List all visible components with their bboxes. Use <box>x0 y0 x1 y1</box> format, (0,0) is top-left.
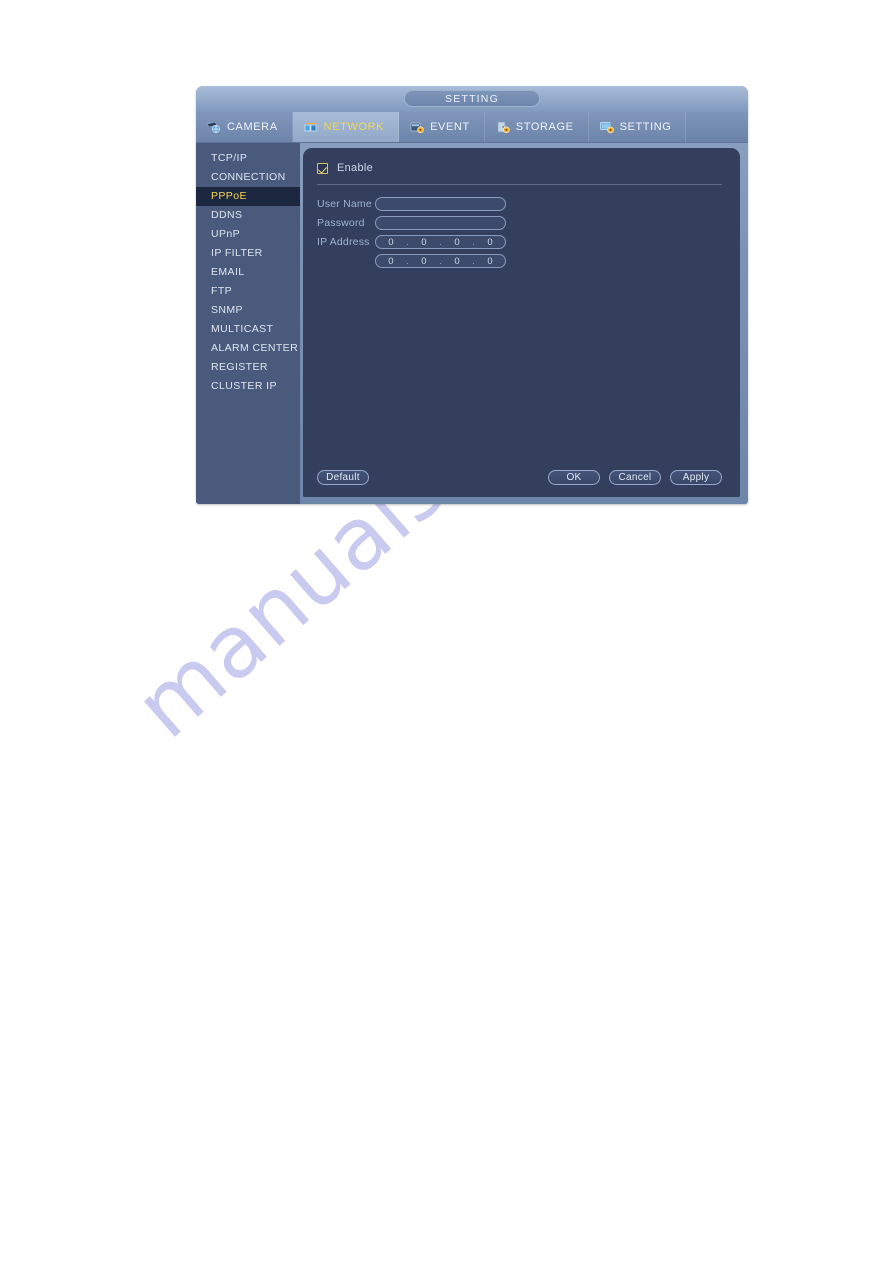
window-titlebar: SETTING <box>196 86 748 112</box>
enable-checkbox[interactable] <box>317 162 328 174</box>
ip1-octet-1: 0 <box>388 236 394 248</box>
ip2-octet-1: 0 <box>388 255 394 267</box>
password-input[interactable] <box>375 216 506 230</box>
default-button[interactable]: Default <box>317 470 369 485</box>
cancel-button[interactable]: Cancel <box>609 470 661 485</box>
page-watermark: manualshive.com <box>117 174 893 940</box>
event-icon <box>409 120 425 134</box>
sidebar-item-connection[interactable]: CONNECTION <box>196 168 300 187</box>
password-label: Password <box>317 217 365 229</box>
tab-storage-label: STORAGE <box>515 121 574 133</box>
tab-network-label: NETWORK <box>323 121 385 133</box>
ip2-dot-3: . <box>472 255 475 267</box>
content-wrapper: Enable User Name Password IP Address 0 . <box>300 143 748 504</box>
ip-address-row-1: IP Address 0 . 0 . 0 . 0 <box>317 235 722 249</box>
dialog-footer: Default OK Cancel Apply <box>317 470 722 485</box>
sidebar-item-tcpip[interactable]: TCP/IP <box>196 149 300 168</box>
setting-dialog-window: SETTING CAMERA NETWORK EVENT STORAGE SET… <box>196 86 748 504</box>
sidebar-item-upnp[interactable]: UPnP <box>196 225 300 244</box>
ip1-octet-4: 0 <box>487 236 493 248</box>
setting-icon <box>599 120 615 134</box>
sidebar-item-ftp[interactable]: FTP <box>196 282 300 301</box>
section-divider <box>317 184 722 185</box>
tab-setting[interactable]: SETTING <box>588 112 687 142</box>
ip-address-label: IP Address <box>317 236 370 248</box>
sidebar-item-pppoe[interactable]: PPPoE <box>196 187 300 206</box>
ip2-octet-2: 0 <box>421 255 427 267</box>
window-title: SETTING <box>404 90 540 107</box>
ip1-octet-3: 0 <box>454 236 460 248</box>
enable-row: Enable <box>317 162 722 174</box>
sidebar-item-alarm-center[interactable]: ALARM CENTER <box>196 339 300 358</box>
password-row: Password <box>317 216 722 230</box>
user-name-row: User Name <box>317 197 722 211</box>
storage-icon <box>495 120 511 134</box>
sidebar-item-register[interactable]: REGISTER <box>196 358 300 377</box>
sidebar-item-ddns[interactable]: DDNS <box>196 206 300 225</box>
ip2-dot-2: . <box>439 255 442 267</box>
ip1-octet-2: 0 <box>421 236 427 248</box>
ip2-octet-4: 0 <box>487 255 493 267</box>
ip-address-input-1[interactable]: 0 . 0 . 0 . 0 <box>375 235 506 249</box>
footer-right-buttons: OK Cancel Apply <box>548 470 722 485</box>
tab-setting-label: SETTING <box>619 121 672 133</box>
tab-camera-label: CAMERA <box>227 121 278 133</box>
tab-camera[interactable]: CAMERA <box>196 112 293 142</box>
ip1-dot-3: . <box>472 236 475 248</box>
sidebar-item-ip-filter[interactable]: IP FILTER <box>196 244 300 263</box>
ip1-dot-2: . <box>439 236 442 248</box>
dialog-body: TCP/IP CONNECTION PPPoE DDNS UPnP IP FIL… <box>196 143 748 504</box>
network-sidebar: TCP/IP CONNECTION PPPoE DDNS UPnP IP FIL… <box>196 143 300 504</box>
sidebar-item-multicast[interactable]: MULTICAST <box>196 320 300 339</box>
tab-event-label: EVENT <box>430 121 470 133</box>
ip1-dot-1: . <box>406 236 409 248</box>
network-icon <box>303 120 319 134</box>
main-tab-bar: CAMERA NETWORK EVENT STORAGE SETTING <box>196 112 748 143</box>
user-name-label: User Name <box>317 198 372 210</box>
ip-address-row-2: 0 . 0 . 0 . 0 <box>317 254 722 268</box>
tab-event[interactable]: EVENT <box>399 112 485 142</box>
tab-network[interactable]: NETWORK <box>292 112 400 142</box>
apply-button[interactable]: Apply <box>670 470 722 485</box>
user-name-input[interactable] <box>375 197 506 211</box>
pppoe-settings-panel: Enable User Name Password IP Address 0 . <box>303 148 740 497</box>
ip2-octet-3: 0 <box>454 255 460 267</box>
camera-icon <box>206 120 222 134</box>
ip-address-input-2[interactable]: 0 . 0 . 0 . 0 <box>375 254 506 268</box>
sidebar-item-snmp[interactable]: SNMP <box>196 301 300 320</box>
sidebar-item-cluster-ip[interactable]: CLUSTER IP <box>196 377 300 396</box>
tab-storage[interactable]: STORAGE <box>484 112 589 142</box>
sidebar-item-email[interactable]: EMAIL <box>196 263 300 282</box>
ok-button[interactable]: OK <box>548 470 600 485</box>
ip2-dot-1: . <box>406 255 409 267</box>
enable-label: Enable <box>337 162 374 174</box>
